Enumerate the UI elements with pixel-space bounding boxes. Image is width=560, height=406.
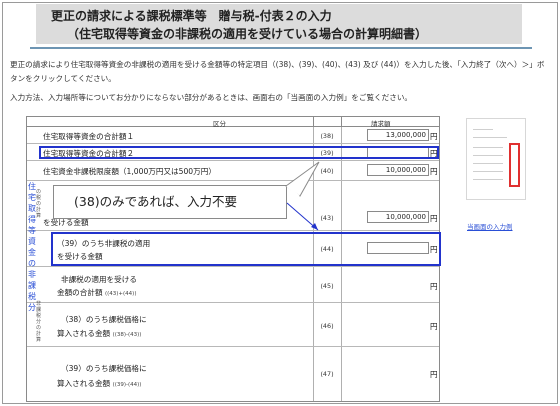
- table-row: （38）のうち課税価格に 算入される金額 ((38)-(43)) (46) 円: [27, 303, 439, 347]
- yen-unit: 円: [430, 282, 438, 291]
- row-number: (40): [320, 167, 334, 175]
- thumb-line: [473, 129, 493, 130]
- yen-unit: 円: [430, 132, 438, 141]
- thumb-line: [473, 147, 503, 148]
- amount-38-input[interactable]: 13,000,000: [367, 129, 429, 141]
- thumb-line: [473, 171, 503, 172]
- side-label: 住宅取得等資金の非課税分: [28, 182, 36, 312]
- highlight-box-44: [51, 232, 441, 266]
- row-number: (46): [320, 322, 334, 330]
- example-link[interactable]: 当画面の入力例: [467, 221, 513, 231]
- example-thumbnail[interactable]: [466, 118, 526, 200]
- title-divider: [30, 47, 532, 49]
- row-label: 非課税の適用を受ける: [61, 275, 137, 284]
- page-title: 更正の請求による課税標準等 贈与税-付表２の入力: [51, 9, 332, 23]
- thumb-line: [473, 137, 507, 138]
- amount-40-input[interactable]: 10,000,000: [367, 164, 429, 176]
- thumb-line: [473, 155, 503, 156]
- side-sublabel: 非課税分の計算: [36, 301, 42, 343]
- table-row: （39）のうち課税価格に 算入される金額 ((39)-(44)) (47) 円: [27, 347, 439, 401]
- row-number: (43): [320, 214, 334, 222]
- row-label-line2: 算入される金額 ((38)-(43)): [57, 328, 141, 339]
- row-label-line2: 算入される金額 ((39)-(44)): [57, 378, 141, 389]
- row-label-text: 金額の合計額: [57, 288, 103, 297]
- table-row: 住宅取得等資金の合計額１ (38) 13,000,000 円: [27, 127, 439, 144]
- highlight-box-39: [39, 146, 439, 159]
- row-label: 住宅資金非課税限度額（1,000万円又は500万円）: [43, 167, 216, 176]
- row-formula: ((43)+(44)): [104, 291, 137, 297]
- header-divider: [341, 117, 342, 127]
- row-label-text: 算入される金額: [57, 329, 111, 338]
- thumb-highlight: [509, 143, 520, 187]
- table-row: 住宅資金非課税限度額（1,000万円又は500万円） (40) 10,000,0…: [27, 161, 439, 181]
- page-subtitle: （住宅取得等資金の非課税の適用を受けている場合の計算明細書）: [67, 27, 428, 41]
- row-label-line2: 金額の合計額 ((43)+(44)): [57, 287, 136, 298]
- help-note: 入力方法、入力場所等についてお分かりにならない部分があるときは、画面右の「当画面…: [10, 93, 413, 102]
- row-label-text: 算入される金額: [57, 379, 111, 388]
- row-formula: ((39)-(44)): [112, 382, 142, 388]
- instruction-text: 更正の請求により住宅取得等資金の非課税の適用を受ける金額等の特定項目（(38)、…: [10, 60, 545, 83]
- yen-unit: 円: [430, 370, 438, 379]
- yen-unit: 円: [430, 322, 438, 331]
- row-formula: ((38)-(43)): [112, 332, 142, 338]
- header-divider: [313, 117, 314, 127]
- side-sublabel: の税の計算: [36, 189, 42, 219]
- thumb-line: [473, 179, 503, 180]
- yen-unit: 円: [430, 167, 438, 176]
- callout-text: (38)のみであれば、入力不要: [74, 194, 238, 209]
- amount-43-input[interactable]: 10,000,000: [367, 211, 429, 223]
- row-label: （39）のうち課税価格に: [61, 364, 147, 373]
- yen-unit: 円: [430, 214, 438, 223]
- row-number: (47): [320, 370, 334, 378]
- row-label: 住宅取得等資金の合計額１: [43, 132, 135, 141]
- row-number: (45): [320, 282, 334, 290]
- row-number: (38): [320, 132, 334, 140]
- table-header: 区分 請求額: [27, 117, 439, 128]
- thumb-line: [473, 163, 503, 164]
- row-label: （38）のうち課税価格に: [61, 315, 147, 324]
- table-row: 非課税の適用を受ける 金額の合計額 ((43)+(44)) (45) 円: [27, 267, 439, 303]
